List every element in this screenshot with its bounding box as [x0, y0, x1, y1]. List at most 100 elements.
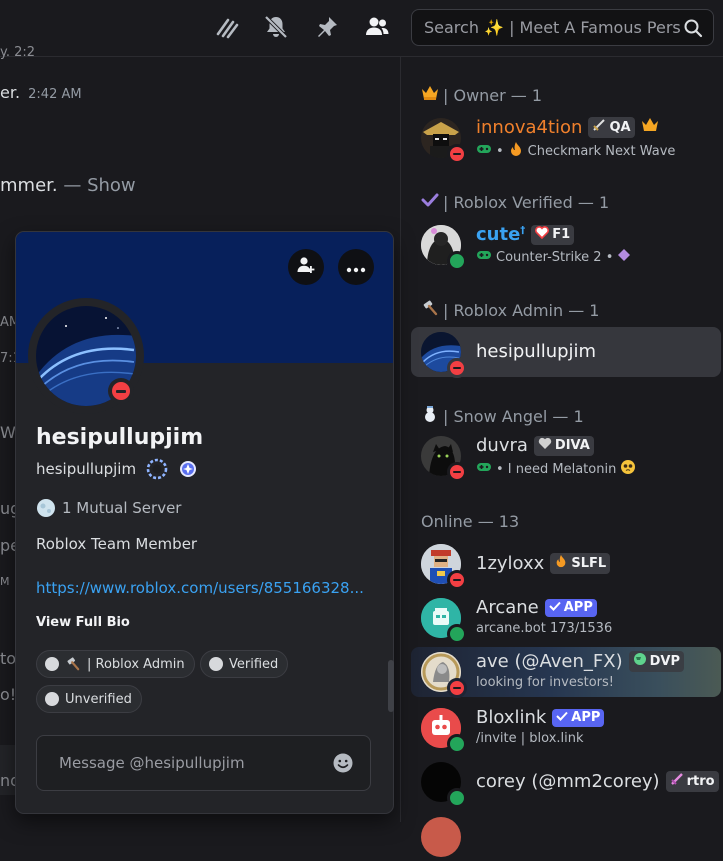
role-color-dot: [209, 657, 223, 671]
checkmark-icon: [421, 192, 439, 212]
notifications-muted-icon[interactable]: [263, 14, 289, 40]
member-arcane[interactable]: Arcane APP arcane.bot 173/1536: [411, 593, 721, 644]
message-fragment: y. 2:2: [0, 45, 36, 60]
message-fragment: er. 2:42 AM: [0, 83, 82, 102]
member-name: innova4tion QA: [476, 117, 659, 138]
member-name-text: hesipullupjim: [476, 341, 597, 362]
member-activity: Counter-Strike 2 •: [476, 248, 631, 266]
hammer-icon: [421, 300, 439, 320]
member-tag: SLFL: [550, 553, 611, 574]
member-hesipullupjim[interactable]: hesipullupjim: [411, 327, 721, 378]
app-badge: APP: [552, 708, 605, 727]
member-tag: F1: [531, 224, 575, 245]
add-friend-icon: [296, 255, 316, 279]
member-tag-text: DIVA: [554, 437, 590, 453]
member-status-text: /invite | blox.link: [476, 731, 584, 746]
status-online-icon: [447, 788, 467, 808]
member-name: ave (@Aven_FX) DVP: [476, 651, 684, 672]
status-online-icon: [447, 251, 467, 271]
profile-link[interactable]: https://www.roblox.com/users/855166328..…: [36, 579, 368, 597]
message-input[interactable]: [57, 753, 332, 773]
section-label: | Snow Angel — 1: [443, 406, 584, 426]
member-name: Arcane APP: [476, 597, 597, 618]
threads-icon[interactable]: [214, 14, 240, 40]
member-name-text: Bloxlink: [476, 707, 547, 728]
check-icon: [556, 710, 569, 726]
status-dnd-icon: [447, 570, 467, 590]
app-badge: APP: [544, 598, 597, 617]
role-pill-verified[interactable]: Verified: [200, 650, 289, 678]
channel-header: [0, 0, 723, 57]
more-options-button[interactable]: [338, 249, 374, 285]
member-list-icon[interactable]: [364, 14, 390, 40]
member-activity: looking for investors!: [476, 675, 614, 690]
mutual-servers-text: 1 Mutual Server: [62, 499, 182, 517]
view-full-bio-link[interactable]: View Full Bio: [36, 615, 130, 630]
search-box[interactable]: [411, 9, 714, 46]
active-developer-badge-icon[interactable]: [146, 458, 168, 480]
member-name: cute† F1: [476, 224, 575, 245]
member-name: duvra DIVA: [476, 435, 594, 456]
member-1zyloxx[interactable]: 1zyloxx SLFL: [411, 539, 721, 590]
search-input[interactable]: [422, 17, 683, 38]
globe-icon: [633, 652, 647, 671]
status-dnd-icon: [108, 378, 134, 404]
member-name-text: innova4tion: [476, 117, 583, 138]
member-corey[interactable]: corey (@mm2corey) rtro: [411, 757, 721, 808]
nitro-badge-icon[interactable]: [178, 459, 198, 479]
member-activity: arcane.bot 173/1536: [476, 621, 612, 636]
member-status-text: Checkmark Next Wave: [527, 143, 676, 159]
status-online-icon: [447, 734, 467, 754]
member-name-text: duvra: [476, 435, 528, 456]
game-controller-icon: [476, 249, 492, 265]
profile-username[interactable]: hesipullupjim: [36, 460, 136, 478]
member-duvra[interactable]: duvra DIVA • I need Melatonin: [411, 431, 721, 482]
member-name: corey (@mm2corey) rtro: [476, 771, 719, 792]
app-badge-text: APP: [563, 599, 593, 615]
mutual-servers[interactable]: 1 Mutual Server: [36, 498, 181, 518]
show-more-link[interactable]: — Show: [63, 175, 135, 196]
message-fragment: to: [0, 649, 17, 668]
member-ave[interactable]: ave (@Aven_FX) DVP looking for investors…: [411, 647, 721, 698]
section-roblox-admin: | Roblox Admin — 1: [421, 300, 599, 320]
snowman-icon: [421, 405, 439, 427]
more-icon: [346, 258, 366, 277]
role-pill-roblox-admin[interactable]: | Roblox Admin: [36, 650, 195, 678]
section-label: | Roblox Admin — 1: [443, 300, 600, 320]
member-status-text: looking for investors!: [476, 675, 614, 690]
status-dnd-icon: [447, 678, 467, 698]
role-label: Unverified: [65, 691, 132, 707]
member-tag: QA: [588, 117, 635, 138]
separator-dot: •: [496, 143, 504, 159]
sword-icon: [670, 772, 684, 791]
member-tag-text: DVP: [649, 653, 680, 669]
member-name: Bloxlink APP: [476, 707, 605, 728]
add-friend-button[interactable]: [288, 249, 324, 285]
member-name-text: corey (@mm2corey): [476, 771, 660, 792]
role-label: Verified: [229, 656, 279, 672]
role-pill-unverified[interactable]: Unverified: [36, 685, 142, 713]
member-innova4tion[interactable]: innova4tion QA • Checkmark Next Wave: [411, 113, 721, 164]
message-fragment: M: [0, 575, 10, 588]
member-partial[interactable]: [411, 811, 721, 861]
section-snow-angel: | Snow Angel — 1: [421, 405, 584, 427]
status-dnd-icon: [447, 144, 467, 164]
member-activity: • Checkmark Next Wave: [476, 141, 675, 161]
member-bloxlink[interactable]: Bloxlink APP /invite | blox.link: [411, 703, 721, 754]
popout-scrollbar[interactable]: [388, 660, 394, 712]
direct-message-box[interactable]: [36, 735, 371, 791]
member-activity: /invite | blox.link: [476, 731, 584, 746]
server-icon: [36, 498, 56, 518]
status-dnd-icon: [447, 358, 467, 378]
search-icon: [683, 18, 703, 38]
member-name-text: 1zyloxx: [476, 553, 545, 574]
pin-icon[interactable]: [314, 14, 340, 40]
section-roblox-verified: | Roblox Verified — 1: [421, 192, 609, 212]
member-tag: DIVA: [533, 435, 594, 456]
emoji-icon[interactable]: [332, 752, 354, 774]
fire-icon: [554, 554, 568, 573]
fire-icon: [508, 141, 524, 161]
message-timestamp: 2:42 AM: [28, 87, 82, 102]
member-cute[interactable]: cute† F1 Counter-Strike 2 •: [411, 220, 721, 271]
message-text: mmer.: [0, 175, 58, 196]
